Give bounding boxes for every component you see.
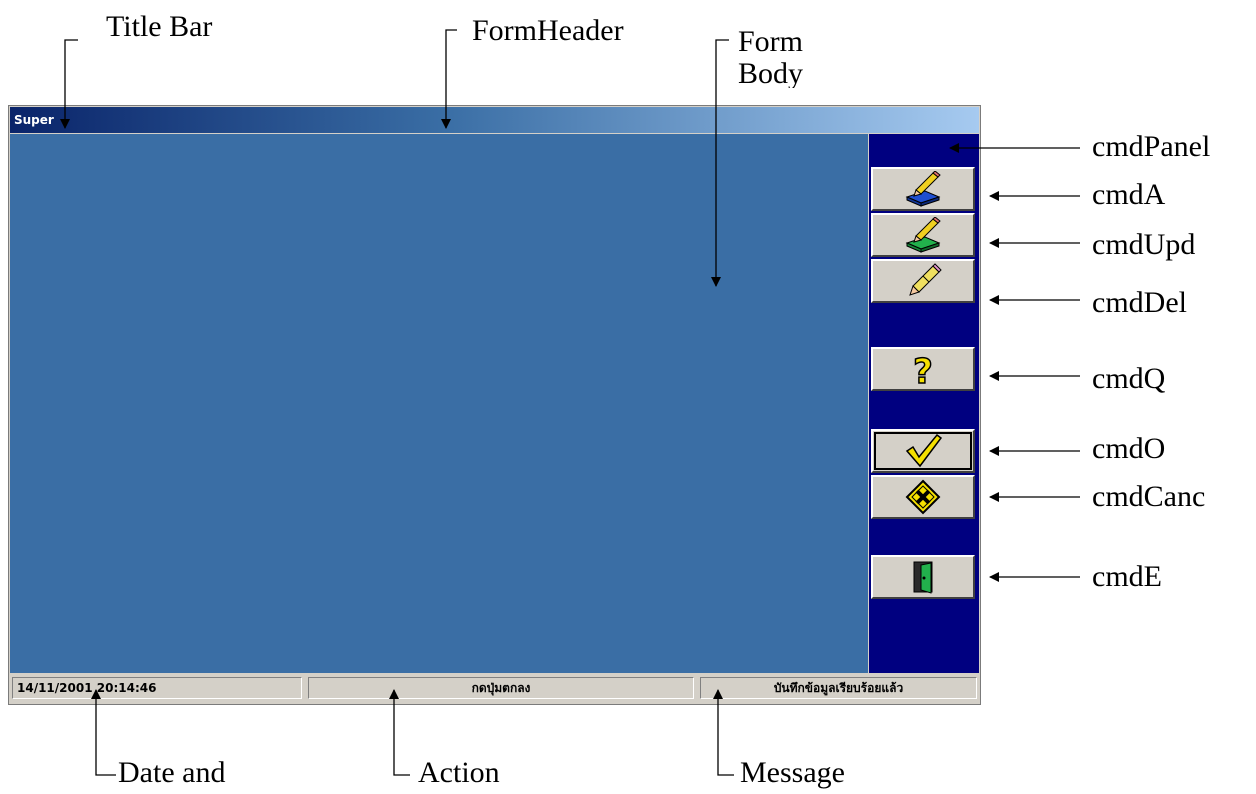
add-record-pencil-icon: [905, 171, 941, 207]
cancel-sign-icon: [905, 479, 941, 515]
window-title: Super: [14, 113, 54, 127]
cmd-o-button[interactable]: [871, 429, 975, 473]
cmd-upd-button[interactable]: [871, 213, 975, 257]
status-bar: 14/11/2001 20:14:46 กดปุ่มตกลง บันทึกข้อ…: [10, 674, 979, 703]
label-cmd-del: cmdDel: [1092, 286, 1187, 319]
label-cmd-o: cmdO: [1092, 432, 1166, 465]
update-record-pencil-icon: [905, 217, 941, 253]
check-mark-icon: [905, 433, 943, 468]
status-action: กดปุ่มตกลง: [308, 677, 694, 699]
cmd-e-button[interactable]: [871, 555, 975, 599]
label-form-body: Form Body: [738, 26, 804, 88]
status-message: บันทึกข้อมูลเรียบร้อยแล้ว: [700, 677, 977, 699]
cmd-canc-button[interactable]: [871, 475, 975, 519]
form-body: [10, 134, 868, 673]
question-mark-icon: ?: [912, 351, 933, 387]
label-cmd-panel: cmdPanel: [1092, 130, 1211, 163]
cmd-del-button[interactable]: [871, 259, 975, 303]
eraser-pencil-icon: [909, 263, 942, 296]
exit-door-icon: [913, 561, 933, 594]
label-cmd-e: cmdE: [1092, 560, 1162, 593]
cmd-panel: ?: [869, 134, 979, 673]
label-action: Action: [418, 756, 500, 789]
label-date-and: Date and: [118, 756, 226, 789]
label-title-bar: Title Bar: [106, 10, 213, 43]
title-bar: Super: [10, 107, 979, 133]
label-cmd-canc: cmdCanc: [1092, 480, 1206, 513]
label-cmd-q: cmdQ: [1092, 362, 1166, 395]
cmd-q-button[interactable]: ?: [871, 347, 975, 391]
status-datetime: 14/11/2001 20:14:46: [12, 677, 302, 699]
cmd-a-button[interactable]: [871, 167, 975, 211]
label-cmd-upd: cmdUpd: [1092, 228, 1196, 261]
label-message: Message: [740, 756, 845, 789]
label-form-header: FormHeader: [472, 14, 624, 47]
label-cmd-a: cmdA: [1092, 178, 1166, 211]
application-window: Super ? 14/11/2001 20:14:46 กดปุ่มตกลง บ…: [8, 105, 981, 705]
svg-text:?: ?: [913, 352, 933, 387]
